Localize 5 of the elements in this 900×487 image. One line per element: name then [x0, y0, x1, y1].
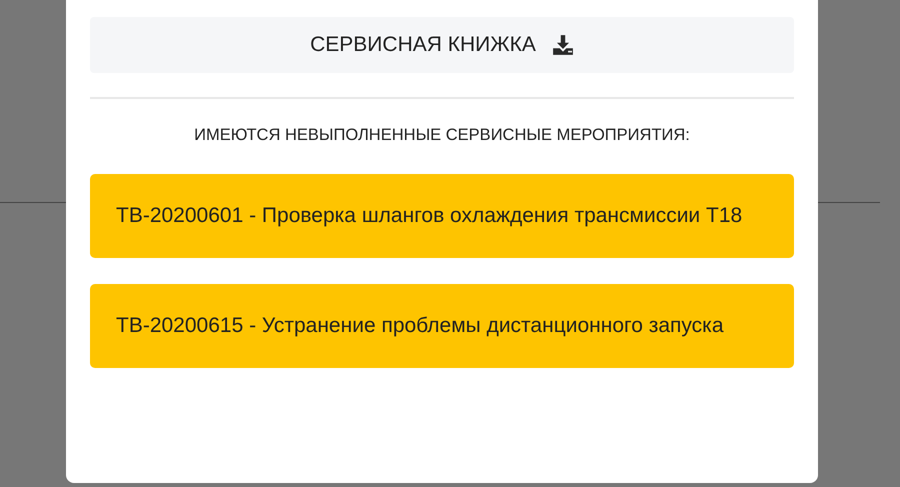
download-icon: [552, 34, 574, 56]
service-book-button[interactable]: СЕРВИСНАЯ КНИЖКА: [90, 17, 794, 73]
section-heading: ИМЕЮТСЯ НЕВЫПОЛНЕННЫЕ СЕРВИСНЫЕ МЕРОПРИЯТИЯ:: [193, 126, 691, 145]
service-alert: ТВ-20200615 - Устранение проблемы дистанционного запуска: [90, 284, 794, 368]
service-alert: ТВ-20200601 - Проверка шлангов охлаждения трансмиссии Т18: [90, 174, 794, 258]
